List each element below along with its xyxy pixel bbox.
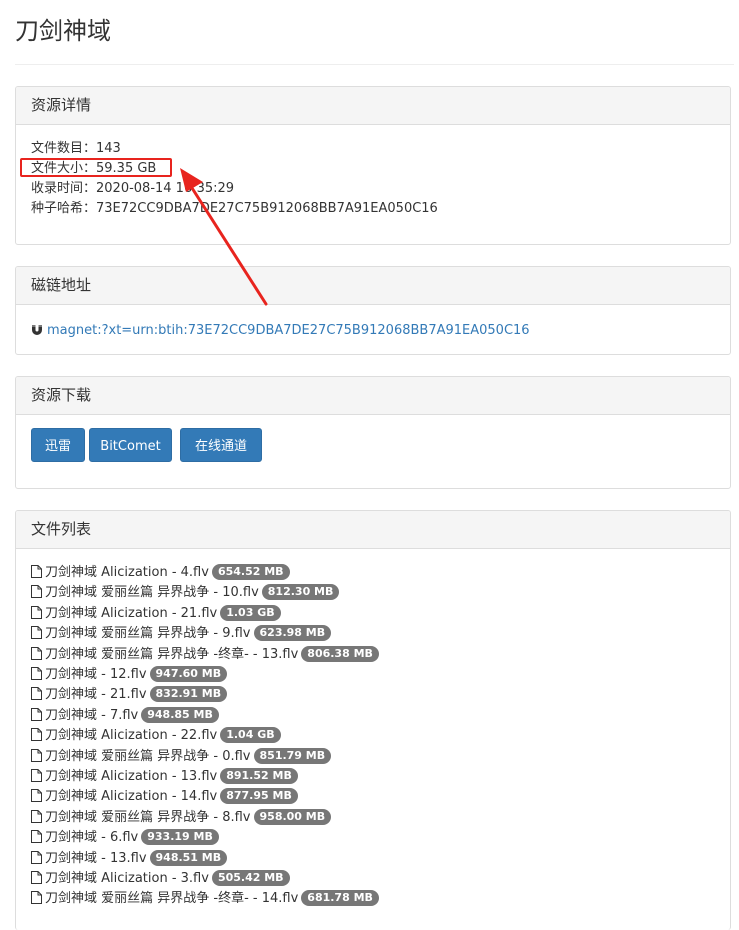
file-count: 文件数目：143 (31, 141, 121, 156)
file-icon (31, 667, 42, 687)
file-list-item: 刀剑神域 - 12.flv 947.60 MB (31, 665, 228, 687)
file-name: 刀剑神域 - 7.flv (45, 707, 139, 723)
file-name: 刀剑神域 爱丽丝篇 异界战争 - 0.flv (45, 748, 251, 764)
file-icon (31, 687, 42, 707)
file-size-badge: 623.98 MB (253, 625, 332, 642)
file-name: 刀剑神域 爱丽丝篇 异界战争 - 9.flv (45, 626, 251, 642)
file-name: 刀剑神域 Alicization - 3.flv (45, 871, 209, 886)
file-list-heading: 文件列表 (16, 511, 730, 549)
file-name: 刀剑神域 爱丽丝篇 异界战争 -终章- - 14.flv (45, 891, 299, 907)
file-icon (31, 850, 42, 871)
xunlei-button[interactable]: 迅雷 (31, 428, 85, 462)
file-size-badge: 1.03 GB (220, 604, 281, 621)
page-title: 刀剑神域 (15, 17, 111, 45)
file-list-item: 刀剑神域 - 7.flv 948.85 MB (31, 706, 219, 726)
file-list-item: 刀剑神域 Alicization - 3.flv 505.42 MB (31, 869, 290, 889)
file-size-badge: 1.04 GB (220, 727, 281, 744)
file-list-item: 刀剑神域 爱丽丝篇 异界战争 - 0.flv 851.79 MB (31, 747, 332, 769)
file-size-badge: 933.19 MB (141, 829, 219, 846)
online-channel-button[interactable]: 在线通道 (180, 428, 262, 462)
torrent-hash[interactable]: 种子哈希：73E72CC9DBA7DE27C75B912068BB7A91EA0… (31, 199, 715, 219)
file-name: 刀剑神域 - 6.flv (45, 830, 139, 846)
download-heading: 资源下载 (16, 377, 730, 415)
file-icon (31, 728, 42, 748)
file-list-item: 刀剑神域 Alicization - 14.flv 877.95 MB (31, 787, 298, 807)
file-icon (31, 789, 42, 809)
file-icon (31, 626, 42, 646)
file-name: 刀剑神域 爱丽丝篇 异界战争 - 10.flv (45, 585, 259, 601)
file-name: 刀剑神域 Alicization - 4.flv (45, 565, 209, 580)
bitcomet-button[interactable]: BitComet (89, 428, 172, 462)
added-time: 收录时间：2020-08-14 16:35:29 (31, 181, 235, 196)
file-size-badge: 948.51 MB (149, 849, 228, 866)
file-name: 刀剑神域 - 12.flv (45, 667, 147, 682)
title-divider (15, 64, 734, 65)
file-list-item: 刀剑神域 - 21.flv 832.91 MB (31, 685, 228, 707)
file-name: 刀剑神域 爱丽丝篇 异界战争 -终章- - 13.flv (45, 646, 299, 662)
file-list-item: 刀剑神域 Alicization - 21.flv 1.03 GB (31, 604, 281, 624)
file-icon (31, 871, 42, 891)
file-icon (31, 585, 42, 605)
file-list-item: 刀剑神域 Alicization - 13.flv 891.52 MB (31, 767, 298, 787)
file-list-item: 刀剑神域 - 6.flv 933.19 MB (31, 828, 219, 848)
magnet-panel: 磁链地址 magnet:?xt=urn:btih:73E72CC9DBA7DE2… (15, 266, 731, 355)
file-name: 刀剑神域 Alicization - 14.flv (45, 789, 218, 805)
file-icon (31, 565, 42, 585)
file-size-badge: 877.95 MB (220, 788, 298, 805)
file-size-badge: 958.00 MB (253, 808, 332, 825)
file-size-badge: 812.30 MB (261, 584, 340, 601)
file-list-item: 刀剑神域 爱丽丝篇 异界战争 -终章- - 14.flv 681.78 MB (31, 889, 379, 909)
file-size-badge: 654.52 MB (211, 564, 290, 580)
file-name: 刀剑神域 Alicization - 21.flv (45, 605, 218, 621)
magnet-link[interactable]: magnet:?xt=urn:btih:73E72CC9DBA7DE27C75B… (47, 323, 530, 338)
file-icon (31, 748, 42, 769)
file-name: 刀剑神域 Alicization - 22.flv (45, 728, 218, 744)
file-name: 刀剑神域 Alicization - 13.flv (45, 769, 218, 784)
file-name: 刀剑神域 - 13.flv (45, 850, 147, 866)
file-size-badge: 681.78 MB (301, 890, 379, 907)
file-icon (31, 891, 42, 911)
file-list-item: 刀剑神域 爱丽丝篇 异界战争 -终章- - 13.flv 806.38 MB (31, 645, 379, 665)
file-name: 刀剑神域 爱丽丝篇 异界战争 - 8.flv (45, 809, 251, 825)
file-icon (31, 707, 42, 728)
file-list-item: 刀剑神域 Alicization - 22.flv 1.04 GB (31, 726, 281, 746)
file-list-item: 刀剑神域 爱丽丝篇 异界战争 - 9.flv 623.98 MB (31, 624, 332, 646)
file-size-badge: 948.85 MB (141, 706, 219, 723)
file-icon (31, 605, 42, 626)
highlight-box (20, 158, 172, 177)
file-icon (31, 646, 42, 667)
file-size-badge: 806.38 MB (301, 645, 379, 662)
magnet-heading: 磁链地址 (16, 267, 730, 305)
file-size-badge: 891.52 MB (220, 768, 298, 784)
file-icon (31, 769, 42, 789)
file-list-item: 刀剑神域 爱丽丝篇 异界战争 - 10.flv 812.30 MB (31, 583, 340, 605)
file-size-badge: 947.60 MB (149, 666, 228, 682)
file-list-item: 刀剑神域 - 13.flv 948.51 MB (31, 849, 228, 871)
file-name: 刀剑神域 - 21.flv (45, 687, 147, 703)
file-icon (31, 830, 42, 850)
file-list-item: 刀剑神域 爱丽丝篇 异界战争 - 8.flv 958.00 MB (31, 808, 332, 830)
file-icon (31, 809, 42, 830)
details-heading: 资源详情 (16, 87, 730, 125)
file-size-badge: 832.91 MB (149, 686, 228, 703)
file-size-badge: 851.79 MB (253, 747, 332, 764)
file-list-item: 刀剑神域 Alicization - 4.flv 654.52 MB (31, 563, 290, 583)
magnet-icon (31, 320, 43, 346)
file-size-badge: 505.42 MB (211, 870, 290, 886)
